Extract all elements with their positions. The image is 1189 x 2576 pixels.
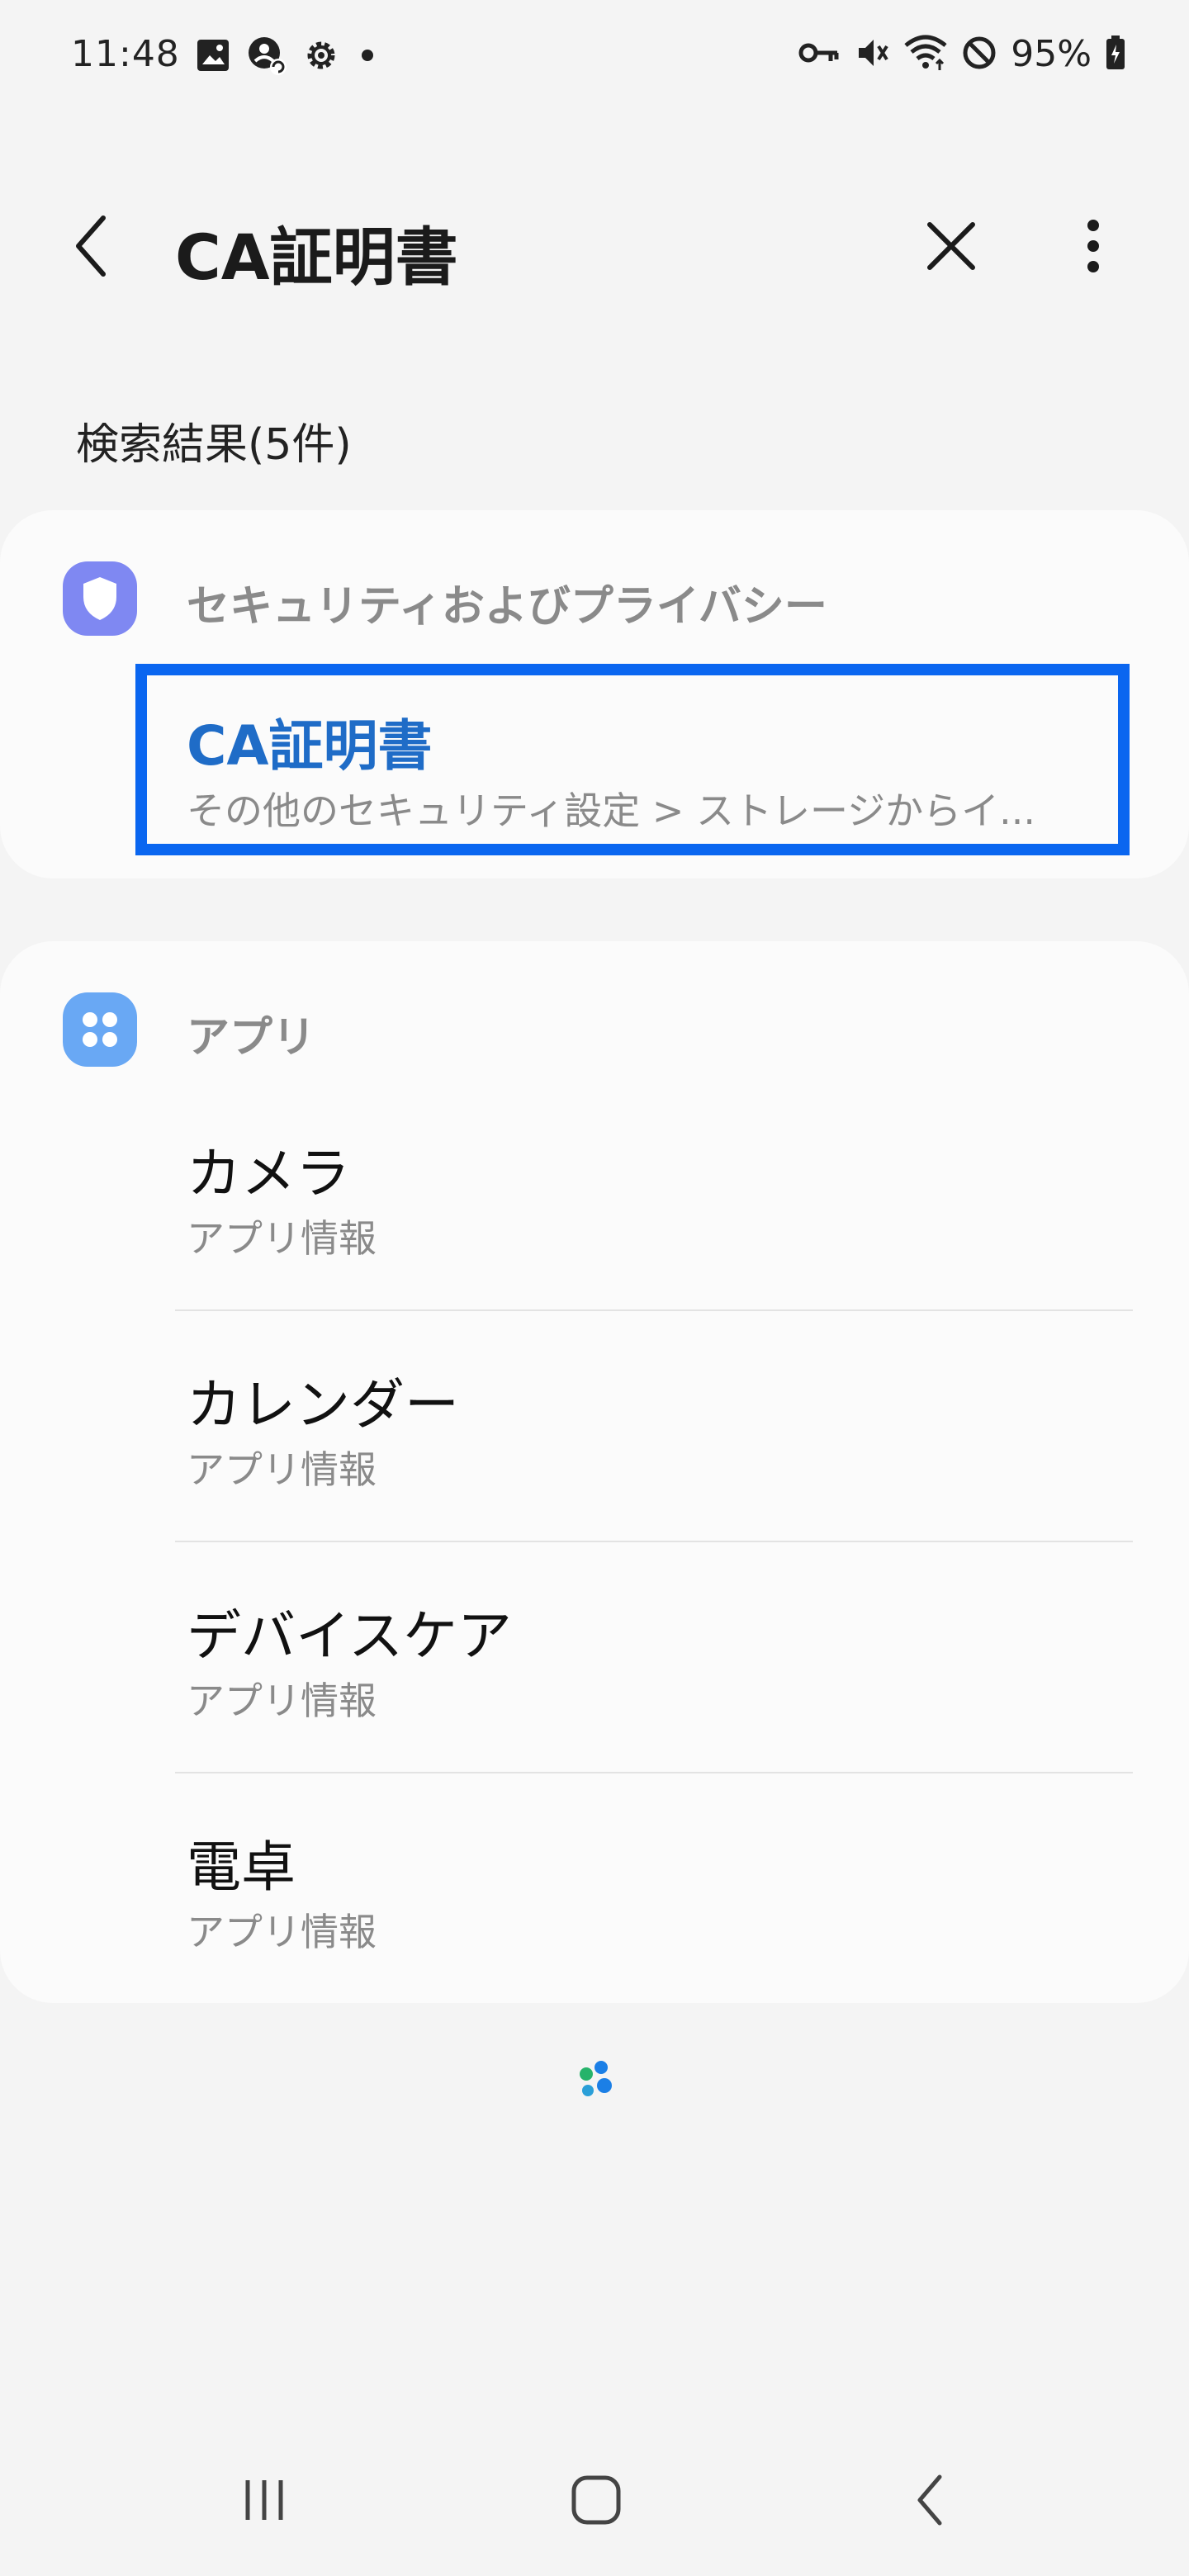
status-icons-right: 95% xyxy=(798,33,1126,75)
list-item-calendar[interactable]: カレンダー アプリ情報 xyxy=(0,1338,1189,1569)
app-name: 電卓 xyxy=(187,1835,296,1899)
status-bar: 11:48 95% xyxy=(0,0,1189,107)
app-subtitle: アプリ情報 xyxy=(187,1216,377,1261)
app-subtitle: アプリ情報 xyxy=(187,1910,377,1954)
block-icon xyxy=(961,35,997,74)
apps-icon xyxy=(63,992,137,1067)
navigation-bar xyxy=(0,2444,1189,2576)
app-subtitle: アプリ情報 xyxy=(187,1679,377,1723)
list-divider xyxy=(175,1772,1133,1773)
list-item-camera[interactable]: カメラ アプリ情報 xyxy=(0,1106,1189,1338)
dot-icon xyxy=(355,43,380,71)
close-button[interactable] xyxy=(918,215,984,281)
list-divider xyxy=(175,1541,1133,1542)
loading-spinner-icon xyxy=(573,2056,623,2105)
nav-back-icon xyxy=(913,2473,946,2531)
battery-icon xyxy=(1105,35,1126,74)
app-header: CA証明書 xyxy=(0,182,1189,314)
shield-icon xyxy=(63,561,137,636)
list-divider xyxy=(175,1309,1133,1311)
back-chevron-icon xyxy=(70,213,111,282)
back-button[interactable] xyxy=(58,215,124,281)
result-ca-certificate-path[interactable]: その他のセキュリティ設定 > ストレージからイ... xyxy=(187,781,1120,836)
category-label-apps: アプリ xyxy=(187,1013,316,1063)
search-result-count: 検索結果(5件) xyxy=(76,420,352,470)
list-item-calculator[interactable]: 電卓 アプリ情報 xyxy=(0,1800,1189,2031)
home-button[interactable] xyxy=(547,2444,646,2559)
list-item-device-care[interactable]: デバイスケア アプリ情報 xyxy=(0,1569,1189,1800)
wifi-icon xyxy=(903,34,948,75)
recent-apps-button[interactable] xyxy=(215,2444,314,2559)
result-ca-certificate-title[interactable]: CA証明書 xyxy=(187,702,433,781)
account-sync-icon xyxy=(246,35,287,79)
apps-result-card: アプリ カメラ アプリ情報 カレンダー アプリ情報 デバイスケア アプリ情報 電… xyxy=(0,941,1189,2003)
app-name: カメラ xyxy=(187,1142,350,1205)
more-options-button[interactable] xyxy=(1060,215,1126,281)
page-title: CA証明書 xyxy=(175,220,458,294)
recent-apps-icon xyxy=(239,2477,289,2526)
battery-percent: 95% xyxy=(1011,33,1092,75)
nav-back-button[interactable] xyxy=(880,2444,979,2559)
key-icon xyxy=(798,36,841,73)
app-name: カレンダー xyxy=(187,1373,459,1437)
security-result-card: セキュリティおよびプライバシー CA証明書 その他のセキュリティ設定 > ストレ… xyxy=(0,510,1189,878)
more-vertical-icon xyxy=(1085,217,1101,278)
close-icon xyxy=(926,220,977,275)
home-icon xyxy=(571,2474,622,2529)
image-icon xyxy=(195,37,231,77)
gear-icon xyxy=(302,36,340,78)
app-subtitle: アプリ情報 xyxy=(187,1447,377,1492)
category-label-security: セキュリティおよびプライバシー xyxy=(187,582,827,632)
status-time: 11:48 xyxy=(71,33,180,75)
mute-icon xyxy=(854,35,890,74)
status-icons-left xyxy=(195,35,380,79)
app-name: デバイスケア xyxy=(187,1604,513,1668)
